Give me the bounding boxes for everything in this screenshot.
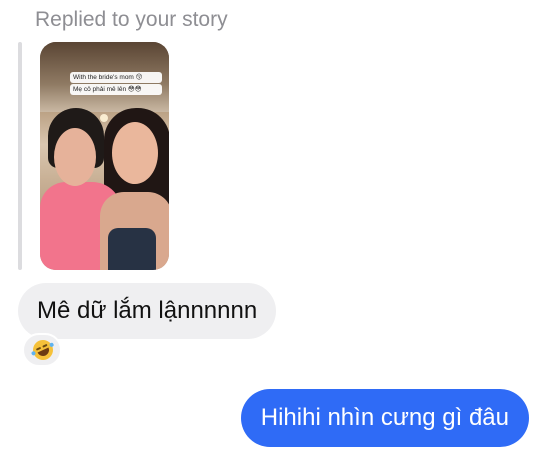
story-person-mom-face — [54, 128, 96, 186]
story-caption-line-2: Mẹ cô phải mê lên 😳😳 — [70, 84, 162, 95]
reply-quote-bar — [18, 42, 22, 270]
message-reaction[interactable] — [22, 333, 62, 367]
rolling-on-floor-laughing-icon — [29, 336, 57, 364]
story-thumbnail[interactable]: With the bride's mom 😚 Mẹ cô phải mê lên… — [40, 42, 169, 270]
story-caption-line-1: With the bride's mom 😚 — [70, 72, 162, 83]
story-person-bride-face — [112, 122, 158, 184]
emoji-tear — [48, 342, 55, 348]
story-person-bride-dress — [108, 228, 156, 270]
emoji-tear — [30, 350, 37, 356]
reply-header: Replied to your story — [35, 8, 228, 31]
story-light — [100, 114, 108, 122]
sent-message-bubble[interactable]: Hihihi nhìn cưng gì đâu — [240, 389, 529, 447]
received-message-bubble[interactable]: Mê dữ lắm lậnnnnnn — [18, 283, 277, 339]
